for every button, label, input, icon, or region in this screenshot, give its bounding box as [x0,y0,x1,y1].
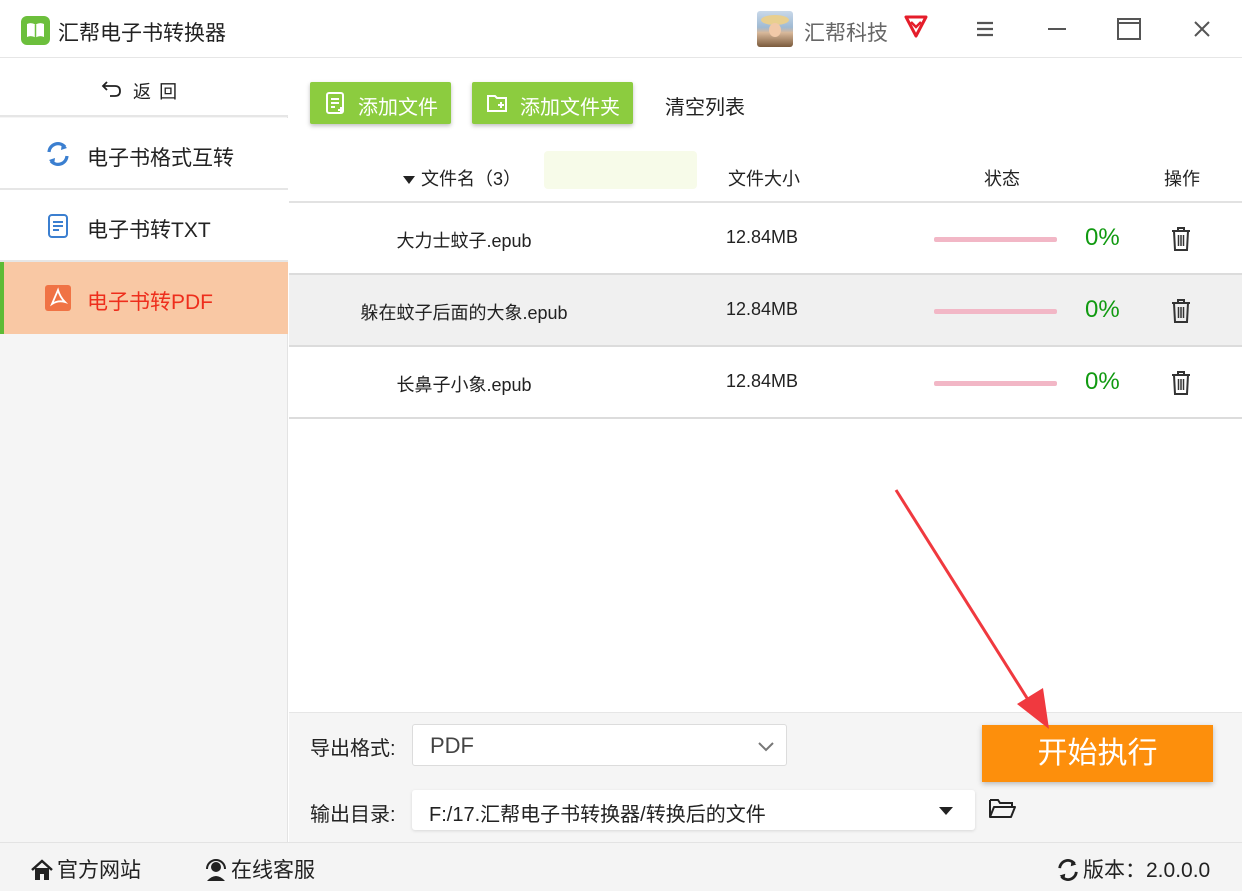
title-bar: 汇帮电子书转换器 汇帮科技 [0,0,1242,58]
sidebar-item-to-txt[interactable]: 电子书转TXT [0,190,288,262]
status-bar: 官方网站 在线客服 版本：2.0.0.0 [0,842,1242,891]
add-file-button[interactable]: 添加文件 [310,82,451,124]
format-select[interactable]: PDF [412,724,787,766]
close-icon[interactable] [1187,14,1217,44]
table-row[interactable]: 长鼻子小象.epub 12.84MB 0% [289,347,1242,419]
progress-bar [934,309,1057,314]
progress-percent: 0% [1085,368,1120,395]
add-file-label: 添加文件 [358,97,438,119]
add-folder-icon [486,91,510,121]
table-row[interactable]: 躲在蚊子后面的大象.epub 12.84MB 0% [289,275,1242,347]
output-directory-value: F:/17.汇帮电子书转换器/转换后的文件 [429,804,766,826]
sidebar-item-label: 电子书转PDF [87,291,213,314]
output-directory-select[interactable]: F:/17.汇帮电子书转换器/转换后的文件 [412,790,975,830]
menu-icon[interactable] [970,14,1000,44]
output-label: 输出目录: [310,804,396,826]
chevron-down-icon [758,739,774,757]
app-logo-icon [21,16,50,45]
user-avatar[interactable] [757,11,793,47]
sidebar: 返回 电子书格式互转 电子书转TXT 电子书转PDF [0,59,288,842]
settings-panel: 导出格式: PDF 输出目录: F:/17.汇帮电子书转换器/转换后的文件 开始… [289,712,1242,842]
app-title: 汇帮电子书转换器 [58,22,226,45]
format-label: 导出格式: [310,738,396,760]
headset-icon [206,859,226,881]
minimize-icon[interactable] [1042,14,1072,44]
official-website-link[interactable]: 官方网站 [30,854,141,884]
pdf-icon [45,285,71,311]
file-name: 大力士蚊子.epub [396,231,532,251]
trash-icon[interactable] [1170,226,1192,252]
document-icon [45,213,71,239]
home-icon [31,859,53,880]
back-arrow-icon [101,78,123,103]
open-folder-icon[interactable] [988,796,1016,825]
sidebar-item-label: 电子书转TXT [87,219,211,242]
start-button[interactable]: 开始执行 [982,725,1213,782]
file-size: 12.84MB [726,371,799,391]
online-support-link[interactable]: 在线客服 [204,854,315,884]
file-size: 12.84MB [726,299,799,319]
trash-icon[interactable] [1170,298,1192,324]
sidebar-item-format-convert[interactable]: 电子书格式互转 [0,118,288,190]
file-name: 长鼻子小象.epub [396,375,532,395]
table-row[interactable]: 大力士蚊子.epub 12.84MB 0% [289,203,1242,275]
column-header-size: 文件大小 [728,169,800,189]
refresh-icon [45,141,71,167]
sort-down-icon [403,176,415,185]
version-info: 版本：2.0.0.0 [1056,854,1210,884]
file-size: 12.84MB [726,227,799,247]
add-folder-button[interactable]: 添加文件夹 [472,82,633,124]
sidebar-item-to-pdf[interactable]: 电子书转PDF [0,262,288,334]
drag-ghost [544,151,697,189]
add-file-icon [324,91,348,121]
add-folder-label: 添加文件夹 [520,97,620,119]
table-header: 文件名（3） 文件大小 状态 操作 [289,151,1242,203]
progress-bar [934,381,1057,386]
format-value: PDF [430,733,474,758]
trash-icon[interactable] [1170,370,1192,396]
main-panel: 添加文件 添加文件夹 清空列表 文件名（3） 文件大小 状态 操作 大力士蚊子.… [289,59,1242,842]
company-name: 汇帮科技 [804,22,888,45]
progress-bar [934,237,1057,242]
vip-diamond-icon[interactable] [903,14,929,43]
caret-down-icon [939,807,953,815]
progress-percent: 0% [1085,224,1120,251]
maximize-icon[interactable] [1114,14,1144,44]
back-label: 返回 [133,82,186,102]
file-name: 躲在蚊子后面的大象.epub [360,303,568,323]
column-header-status: 状态 [984,169,1020,189]
column-header-name[interactable]: 文件名（3） [403,165,521,191]
progress-percent: 0% [1085,296,1120,323]
refresh-icon [1058,859,1078,881]
column-header-action: 操作 [1164,169,1200,189]
sidebar-item-label: 电子书格式互转 [87,147,234,170]
back-button[interactable]: 返回 [0,59,288,117]
clear-list-button[interactable]: 清空列表 [665,91,745,120]
